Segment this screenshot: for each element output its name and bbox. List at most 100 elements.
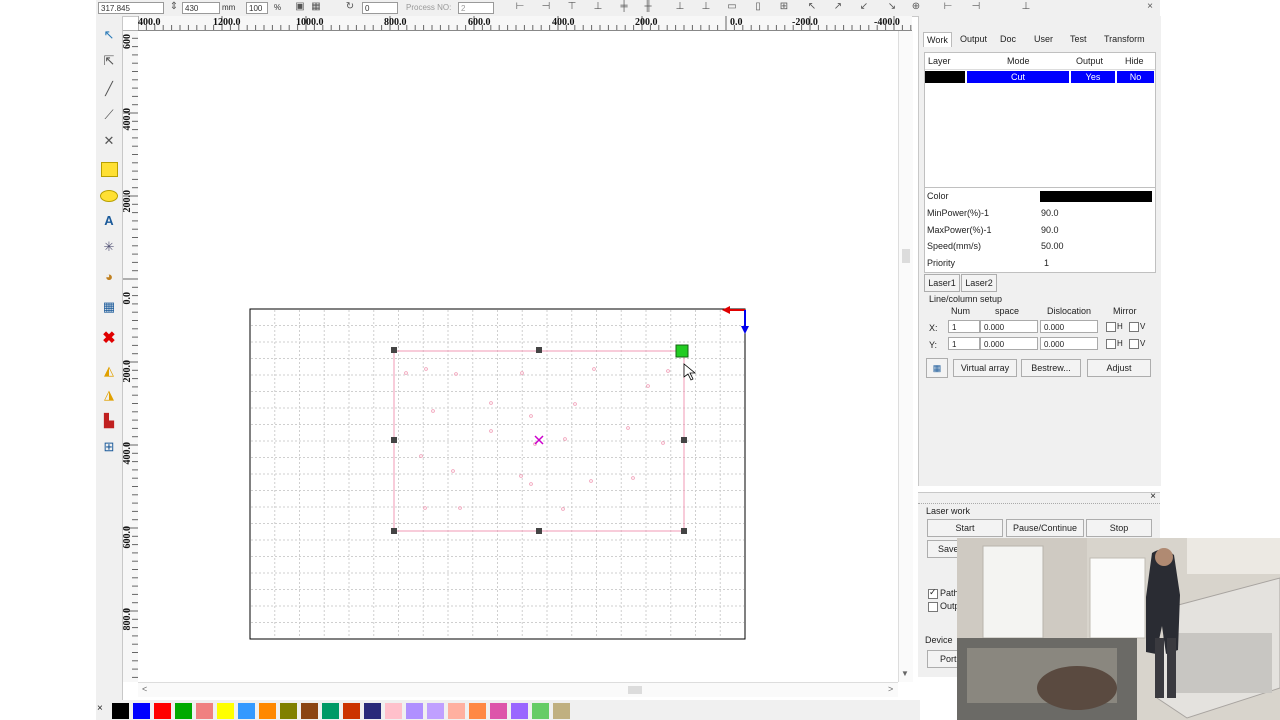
ellipse-tool-icon[interactable] [100,186,118,204]
palette-swatch[interactable] [322,703,339,719]
mirror-v-icon[interactable]: ◮ [100,386,118,404]
layer-hide[interactable]: No [1117,71,1154,83]
laser-head-icon[interactable]: ▙ [100,412,118,430]
layout-icon-1[interactable]: ⊢ [942,1,954,13]
layer-mode[interactable]: Cut [967,71,1069,83]
x-dislocation-input[interactable]: 0.000 [1040,320,1098,333]
move-tl-icon[interactable]: ↖ [806,1,818,13]
percent-field[interactable]: 100 [246,2,268,14]
y-mirror-h-checkbox[interactable] [1106,339,1116,349]
handle-tm[interactable] [536,347,542,353]
lock-icon[interactable]: ⇕ [168,1,180,13]
palette-swatch[interactable] [238,703,255,719]
line-tool-icon[interactable]: ╱ [100,80,118,98]
rectangle-tool-icon[interactable] [100,160,118,178]
array-tool-icon[interactable]: ⊞ [100,438,118,456]
x-space-input[interactable]: 0.000 [980,320,1038,333]
x-num-input[interactable]: 1 [948,320,980,333]
palette-swatch[interactable] [469,703,486,719]
x-mirror-h-checkbox[interactable] [1106,322,1116,332]
move-bl-icon[interactable]: ↙ [858,1,870,13]
rotate-icon[interactable]: ↻ [344,1,356,13]
panel-close-icon[interactable]: × [1144,1,1156,13]
layer-row[interactable]: Cut Yes No [925,71,1155,83]
same-size-icon[interactable]: ⊞ [778,1,790,13]
pause-continue-button[interactable]: Pause/Continue [1006,519,1084,537]
palette-swatch[interactable] [385,703,402,719]
y-dislocation-input[interactable]: 0.000 [1040,337,1098,350]
distribute-h-icon[interactable]: ⊥ [674,1,686,13]
align-left-icon[interactable]: ⊢ [514,1,526,13]
palette-swatch[interactable] [343,703,360,719]
palette-swatch[interactable] [511,703,528,719]
drawing-canvas[interactable] [138,31,898,682]
node-edit-icon[interactable]: ⇱ [100,52,118,70]
same-height-icon[interactable]: ▯ [752,1,764,13]
select-tool-icon[interactable]: ↖ [100,26,118,44]
bestrew-button[interactable]: Bestrew... [1021,359,1081,377]
layout-icon-3[interactable]: ⊥ [1020,1,1032,13]
rotate-field[interactable]: 0 [362,2,398,14]
palette-swatch[interactable] [175,703,192,719]
tab-work[interactable]: Work [923,32,952,47]
tab-output[interactable]: Output [957,32,990,46]
tab-transform[interactable]: Transform [1101,32,1148,46]
tab-test[interactable]: Test [1067,32,1090,46]
polyline-tool-icon[interactable]: ⟋ [100,106,118,124]
laser-work-close-icon[interactable]: × [1150,491,1156,502]
vertical-scrollbar[interactable]: ▼ [898,31,913,682]
grid-tool-icon[interactable]: ▦ [100,298,118,316]
scroll-down-icon[interactable]: ▼ [901,669,909,678]
palette-swatch[interactable] [154,703,171,719]
array-grid-icon[interactable]: ▦ [926,358,948,378]
horizontal-scrollbar[interactable]: < > [138,682,898,697]
handle-tl[interactable] [391,347,397,353]
mirror-icon[interactable]: ▣ [294,1,306,13]
handle-ml[interactable] [391,437,397,443]
palette-swatch[interactable] [490,703,507,719]
mirror-h-icon[interactable]: ◭ [100,362,118,380]
start-button[interactable]: Start [927,519,1003,537]
palette-swatch[interactable] [112,703,129,719]
align-middle-icon[interactable]: ╫ [642,1,654,13]
palette-swatch[interactable] [259,703,276,719]
move-tr-icon[interactable]: ↗ [832,1,844,13]
palette-swatch[interactable] [406,703,423,719]
palette-swatch[interactable] [364,703,381,719]
vertical-scroll-thumb[interactable] [902,249,910,263]
curve-tool-icon[interactable]: ✕ [100,132,118,150]
align-center-icon[interactable]: ╪ [618,1,630,13]
text-tool-icon[interactable]: A [100,212,118,230]
y-space-input[interactable]: 0.000 [980,337,1038,350]
output-checkbox[interactable] [928,602,938,612]
y-mirror-v-checkbox[interactable] [1129,339,1139,349]
palette-swatch[interactable] [196,703,213,719]
tab-user[interactable]: User [1031,32,1056,46]
palette-swatch[interactable] [553,703,570,719]
align-top-icon[interactable]: ⊤ [566,1,578,13]
bitmap-tool-icon[interactable]: ◕ [100,268,118,286]
tab-laser1[interactable]: Laser1 [924,274,960,292]
size-field[interactable]: 430 [182,2,220,14]
move-br-icon[interactable]: ↘ [886,1,898,13]
handle-br[interactable] [681,528,687,534]
dot-tool-icon[interactable]: ✳ [100,238,118,256]
scroll-right-icon[interactable]: > [888,684,893,694]
horizontal-scroll-thumb[interactable] [628,686,642,694]
palette-swatch[interactable] [532,703,549,719]
speed-value[interactable]: 50.00 [1041,241,1064,251]
priority-value[interactable]: 1 [1044,258,1049,268]
process-field[interactable]: 2 [458,2,494,14]
delete-icon[interactable]: ✖ [100,330,118,348]
coord-x-field[interactable]: 317.845 [98,2,164,14]
stop-button[interactable]: Stop [1086,519,1152,537]
rotate-handle[interactable] [675,344,689,358]
grid-icon[interactable]: ▦ [310,1,322,13]
adjust-button[interactable]: Adjust [1087,359,1151,377]
palette-swatch[interactable] [280,703,297,719]
same-width-icon[interactable]: ▭ [726,1,738,13]
max-power-value[interactable]: 90.0 [1041,225,1059,235]
align-right-icon[interactable]: ⊣ [540,1,552,13]
virtual-array-button[interactable]: Virtual array [953,359,1017,377]
distribute-v-icon[interactable]: ⊥ [700,1,712,13]
